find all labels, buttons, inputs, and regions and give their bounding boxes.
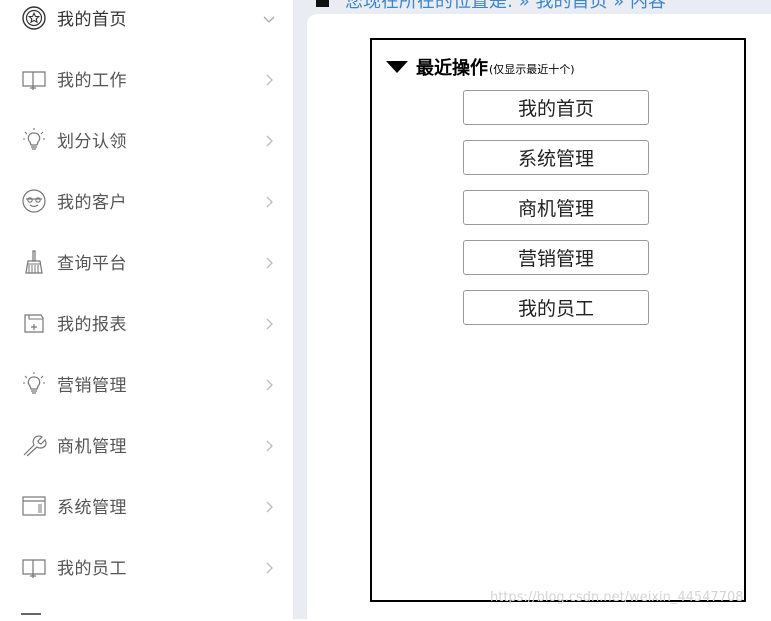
sidebar-item-reports[interactable]: 我的报表 bbox=[0, 292, 293, 353]
wrench-icon bbox=[21, 432, 47, 458]
book-icon bbox=[21, 554, 47, 580]
recent-opportunities-button[interactable]: 商机管理 bbox=[463, 190, 649, 225]
chevron-down-icon[interactable] bbox=[262, 11, 276, 25]
sidebar-item-query[interactable]: 查询平台 bbox=[0, 231, 293, 292]
sidebar-item-claim[interactable]: 划分认领 bbox=[0, 109, 293, 170]
chevron-right-icon[interactable] bbox=[262, 316, 276, 330]
sidebar-item-marketing[interactable]: 营销管理 bbox=[0, 353, 293, 414]
sidebar: 我的首页 我的工作 划分认领 我的客户 查询平台 我的报表 营销管理 商机管理 … bbox=[0, 0, 293, 619]
chevron-right-icon[interactable] bbox=[262, 194, 276, 208]
face-icon bbox=[21, 188, 47, 214]
square-bullet-icon bbox=[316, 0, 329, 7]
watermark: https://blog.csdn.net/weixin_44547708 bbox=[490, 590, 744, 605]
panel-title: 最近操作 bbox=[416, 58, 488, 79]
book-icon bbox=[21, 66, 47, 92]
chevron-right-icon[interactable] bbox=[262, 72, 276, 86]
recent-system-button[interactable]: 系统管理 bbox=[463, 140, 649, 175]
recent-operations-panel: 最近操作 (仅显示最近十个) 我的首页 系统管理 商机管理 营销管理 我的员工 bbox=[370, 38, 746, 602]
lightbulb-icon bbox=[21, 127, 47, 153]
sidebar-item-work[interactable]: 我的工作 bbox=[0, 48, 293, 109]
breadcrumb-text[interactable]: 您现在所在的位置是: » 我的首页 » 内容 bbox=[345, 0, 666, 13]
chevron-right-icon[interactable] bbox=[262, 499, 276, 513]
folder-plus-icon bbox=[21, 310, 47, 336]
breadcrumb: 您现在所在的位置是: » 我的首页 » 内容 bbox=[316, 0, 666, 13]
brush-icon bbox=[21, 249, 47, 275]
sidebar-item-label: 我的首页 bbox=[57, 10, 127, 30]
chevron-right-icon[interactable] bbox=[262, 133, 276, 147]
sidebar-item-label: 划分认领 bbox=[57, 132, 127, 152]
sidebar-item-label: 系统管理 bbox=[57, 498, 127, 518]
recent-home-button[interactable]: 我的首页 bbox=[463, 90, 649, 125]
sidebar-item-home[interactable]: 我的首页 bbox=[0, 0, 293, 48]
chevron-right-icon[interactable] bbox=[262, 377, 276, 391]
sidebar-item-label: 我的报表 bbox=[57, 315, 127, 335]
chevron-right-icon[interactable] bbox=[262, 560, 276, 574]
chevron-right-icon[interactable] bbox=[262, 255, 276, 269]
chevron-right-icon[interactable] bbox=[262, 438, 276, 452]
triangle-down-icon[interactable] bbox=[386, 61, 408, 73]
recent-staff-button[interactable]: 我的员工 bbox=[463, 290, 649, 325]
sidebar-item-system[interactable]: 系统管理 bbox=[0, 475, 293, 536]
sidebar-item-label: 查询平台 bbox=[57, 254, 127, 274]
window-icon bbox=[21, 493, 47, 519]
sidebar-item-label: 商机管理 bbox=[57, 437, 127, 457]
sidebar-item-label: 我的员工 bbox=[57, 559, 127, 579]
sidebar-item-label: 营销管理 bbox=[57, 376, 127, 396]
recent-marketing-button[interactable]: 营销管理 bbox=[463, 240, 649, 275]
sidebar-item-customers[interactable]: 我的客户 bbox=[0, 170, 293, 231]
panel-note: (仅显示最近十个) bbox=[489, 63, 575, 76]
panel-header[interactable]: 最近操作 (仅显示最近十个) bbox=[386, 54, 575, 80]
sidebar-item-opportunities[interactable]: 商机管理 bbox=[0, 414, 293, 475]
sidebar-item-label: 我的客户 bbox=[57, 193, 127, 213]
sidebar-item-label: 我的工作 bbox=[57, 71, 127, 91]
lightbulb-icon bbox=[21, 371, 47, 397]
sidebar-item-staff[interactable]: 我的员工 bbox=[0, 536, 293, 597]
sidebar-item-partial bbox=[21, 613, 41, 621]
star-badge-icon bbox=[21, 5, 47, 31]
